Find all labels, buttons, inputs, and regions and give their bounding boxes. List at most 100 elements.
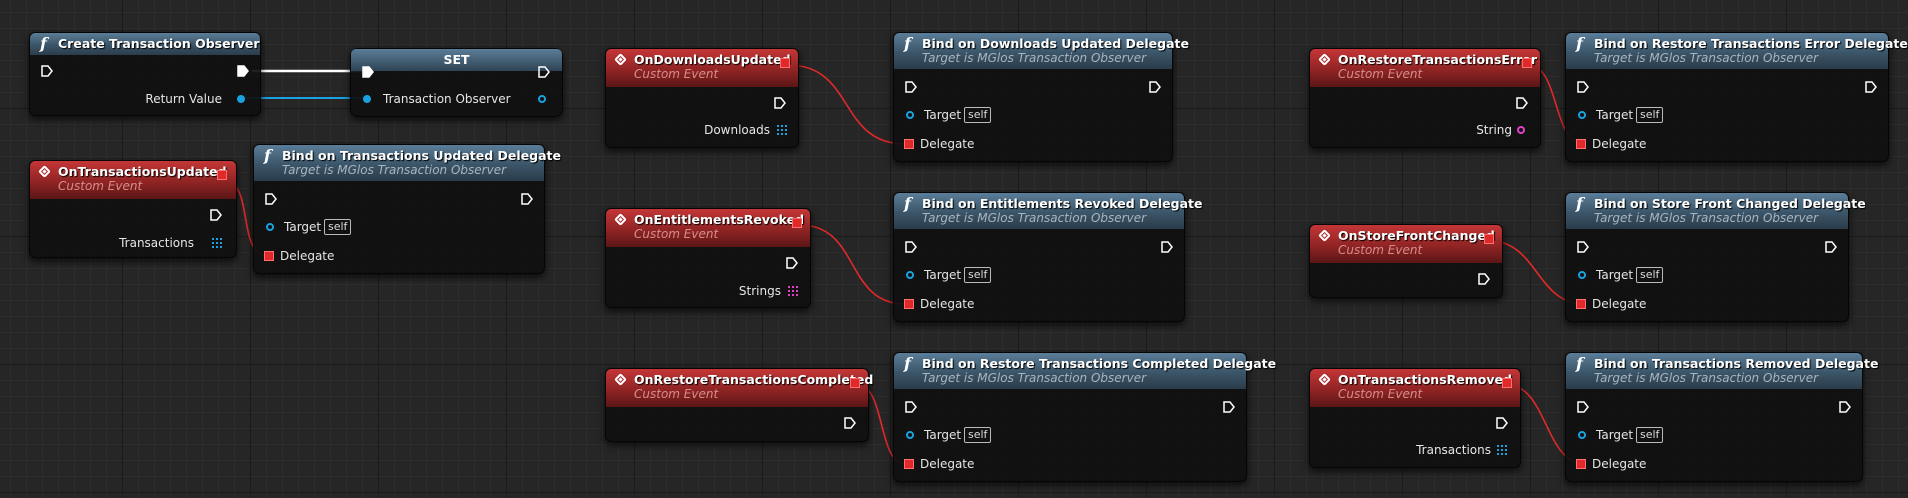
exec-out-pin[interactable] — [1824, 240, 1838, 254]
self-value: self — [964, 427, 992, 443]
target-pin[interactable] — [906, 431, 914, 439]
exec-out-pin[interactable] — [209, 208, 223, 222]
event-node-on-store-front-changed[interactable]: OnStoreFrontChanged Custom Event — [1309, 224, 1503, 298]
delegate-out-pin[interactable] — [217, 170, 227, 180]
delegate-in-pin[interactable] — [904, 299, 914, 309]
function-f-icon: f — [1576, 194, 1583, 213]
function-f-icon: f — [40, 34, 47, 53]
node-title: Bind on Restore Transactions Completed D… — [922, 356, 1277, 371]
exec-out-pin[interactable] — [1477, 272, 1491, 286]
exec-out-pin[interactable] — [1495, 416, 1509, 430]
node-subtitle: Target is MGlos Transaction Observer — [922, 371, 1147, 385]
exec-in-pin[interactable] — [904, 80, 918, 94]
target-pin[interactable] — [1578, 431, 1586, 439]
event-title: OnTransactionsUpdated — [58, 164, 227, 179]
transaction-observer-label: Transaction Observer — [383, 92, 511, 106]
event-header: OnEntitlementsRevoked Custom Event — [606, 209, 810, 247]
event-title: OnRestoreTransactionsCompleted — [634, 372, 874, 387]
exec-out-pin[interactable] — [773, 96, 787, 110]
delegate-out-pin[interactable] — [1502, 378, 1512, 388]
target-label: Target — [924, 428, 962, 442]
node-subtitle: Target is MGlos Transaction Observer — [1594, 211, 1819, 225]
output-label: Transactions — [1416, 443, 1491, 457]
return-value-pin[interactable] — [237, 95, 245, 103]
exec-out-pin[interactable] — [537, 65, 551, 79]
event-title: OnTransactionsRemoved — [1338, 372, 1512, 387]
event-node-on-transactions-updated[interactable]: OnTransactionsUpdated Custom Event Trans… — [29, 160, 237, 258]
self-value: self — [324, 219, 352, 235]
exec-in-pin[interactable] — [904, 240, 918, 254]
self-value: self — [964, 107, 992, 123]
delegate-in-pin[interactable] — [904, 459, 914, 469]
exec-out-pin[interactable] — [785, 256, 799, 270]
event-node-on-entitlements-revoked[interactable]: OnEntitlementsRevoked Custom Event Strin… — [605, 208, 811, 308]
delegate-in-pin[interactable] — [1576, 299, 1586, 309]
exec-in-pin[interactable] — [904, 400, 918, 414]
exec-in-pin[interactable] — [264, 192, 278, 206]
exec-out-pin[interactable] — [1515, 96, 1529, 110]
target-pin[interactable] — [906, 271, 914, 279]
node-subtitle: Target is MGlos Transaction Observer — [922, 51, 1147, 65]
transaction-observer-out-pin[interactable] — [538, 95, 546, 103]
exec-out-pin[interactable] — [843, 416, 857, 430]
event-node-on-downloads-updated[interactable]: OnDownloadsUpdated Custom Event Download… — [605, 48, 799, 148]
event-diamond-icon — [38, 165, 51, 178]
event-node-on-restore-transactions-completed[interactable]: OnRestoreTransactionsCompleted Custom Ev… — [605, 368, 874, 442]
node-subtitle: Target is MGlos Transaction Observer — [922, 211, 1147, 225]
output-label: Strings — [738, 284, 781, 298]
event-node-on-restore-transactions-error[interactable]: OnRestoreTransactionsError Custom Event … — [1309, 48, 1541, 148]
exec-out-pin[interactable] — [1838, 400, 1852, 414]
delegate-out-pin[interactable] — [1484, 234, 1494, 244]
delegate-in-pin[interactable] — [264, 251, 274, 261]
node-title: Bind on Transactions Removed Delegate — [1594, 356, 1879, 371]
bind-node-transactions-updated[interactable]: f Bind on Transactions Updated Delegate … — [253, 144, 561, 274]
node-header: f Bind on Transactions Updated Delegate … — [254, 145, 561, 181]
target-label: Target — [924, 108, 962, 122]
target-pin[interactable] — [1578, 111, 1586, 119]
delegate-in-pin[interactable] — [904, 139, 914, 149]
target-pin[interactable] — [266, 223, 274, 231]
exec-out-pin[interactable] — [1864, 80, 1878, 94]
exec-out-pin[interactable] — [236, 64, 250, 78]
exec-in-pin[interactable] — [361, 65, 375, 79]
string-out-pin[interactable] — [1517, 126, 1525, 134]
function-f-icon: f — [264, 146, 271, 165]
exec-in-pin[interactable] — [1576, 400, 1590, 414]
bind-node-store-front-changed[interactable]: f Bind on Store Front Changed Delegate T… — [1565, 192, 1866, 322]
self-value: self — [1636, 427, 1664, 443]
delegate-in-pin[interactable] — [1576, 139, 1586, 149]
exec-in-pin[interactable] — [40, 64, 54, 78]
exec-in-pin[interactable] — [1576, 240, 1590, 254]
target-pin[interactable] — [1578, 271, 1586, 279]
exec-out-pin[interactable] — [1160, 240, 1174, 254]
array-grid-icon[interactable] — [1497, 445, 1507, 455]
bind-node-restore-transactions-completed[interactable]: f Bind on Restore Transactions Completed… — [893, 352, 1277, 482]
target-label: Target — [1596, 108, 1634, 122]
transaction-observer-in-pin[interactable] — [363, 95, 371, 103]
bind-node-entitlements-revoked[interactable]: f Bind on Entitlements Revoked Delegate … — [893, 192, 1203, 322]
bind-node-transactions-removed[interactable]: f Bind on Transactions Removed Delegate … — [1565, 352, 1879, 482]
set-node[interactable]: SET Transaction Observer — [350, 48, 563, 117]
exec-out-pin[interactable] — [1148, 80, 1162, 94]
delegate-in-pin[interactable] — [1576, 459, 1586, 469]
array-grid-icon[interactable] — [777, 125, 787, 135]
self-value: self — [1636, 107, 1664, 123]
delegate-out-pin[interactable] — [780, 58, 790, 68]
event-node-on-transactions-removed[interactable]: OnTransactionsRemoved Custom Event Trans… — [1309, 368, 1521, 468]
array-grid-icon[interactable] — [788, 286, 798, 296]
exec-out-pin[interactable] — [1222, 400, 1236, 414]
node-title: Bind on Store Front Changed Delegate — [1594, 196, 1866, 211]
delegate-out-pin[interactable] — [850, 378, 860, 388]
event-subtitle: Custom Event — [1338, 243, 1423, 257]
delegate-out-pin[interactable] — [1522, 58, 1532, 68]
create-transaction-observer-node[interactable]: f Create Transaction Observer Return Val… — [29, 32, 261, 116]
bind-node-downloads-updated[interactable]: f Bind on Downloads Updated Delegate Tar… — [893, 32, 1189, 162]
bind-node-restore-transactions-error[interactable]: f Bind on Restore Transactions Error Del… — [1565, 32, 1908, 162]
target-pin[interactable] — [906, 111, 914, 119]
delegate-out-pin[interactable] — [792, 218, 802, 228]
array-grid-icon[interactable] — [212, 238, 222, 248]
exec-out-pin[interactable] — [520, 192, 534, 206]
node-header: f Bind on Restore Transactions Error Del… — [1566, 33, 1908, 69]
exec-in-pin[interactable] — [1576, 80, 1590, 94]
function-f-icon: f — [904, 354, 911, 373]
